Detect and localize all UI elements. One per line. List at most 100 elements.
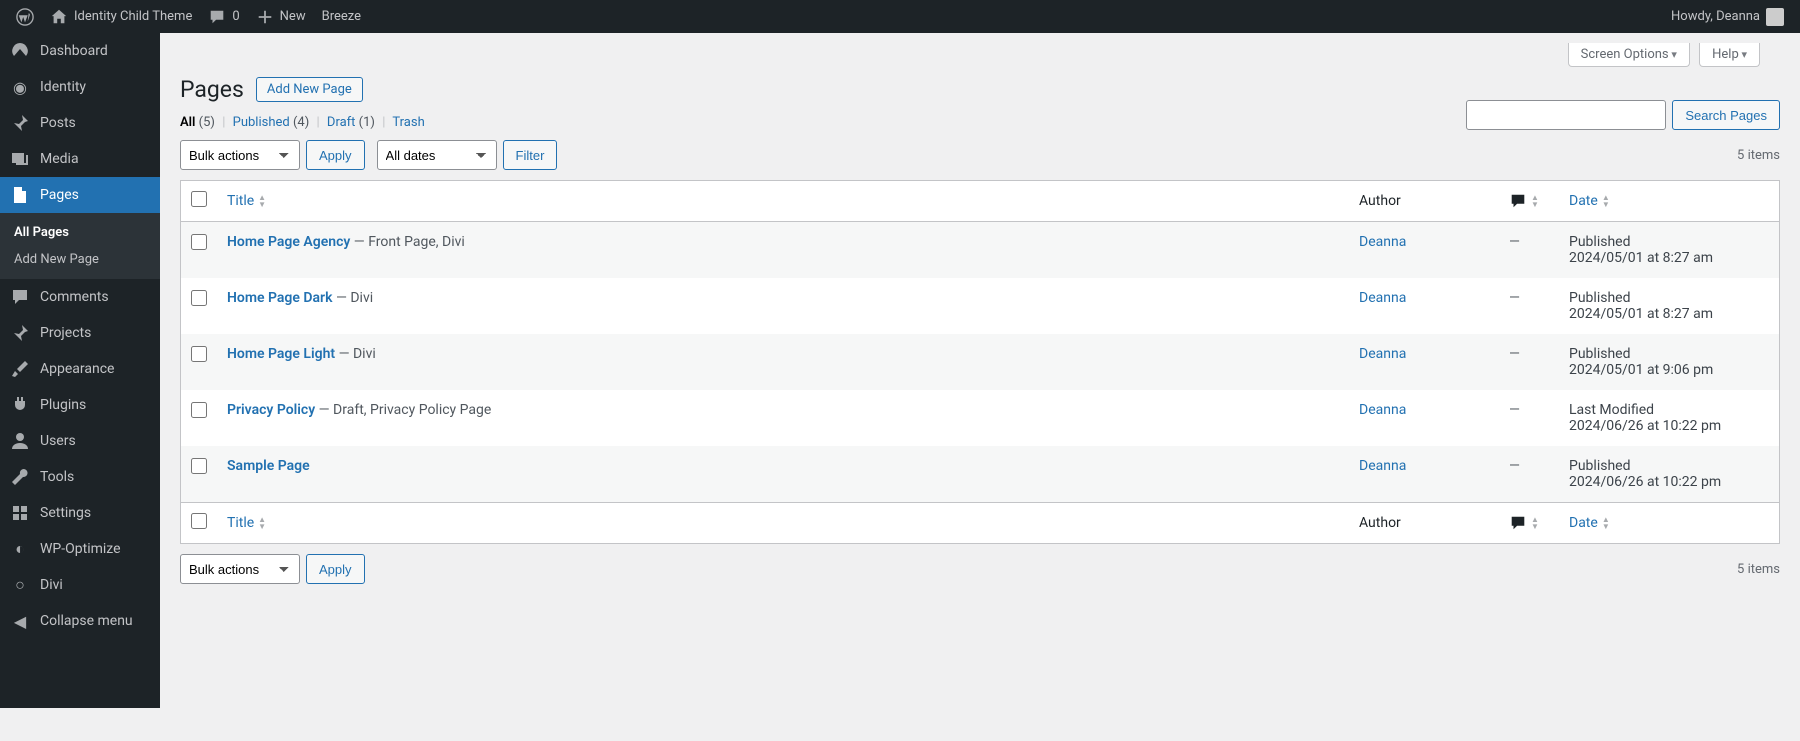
column-title-header[interactable]: Title▲▼ xyxy=(217,181,1349,222)
row-date: 2024/05/01 at 8:27 am xyxy=(1569,250,1713,266)
sidebar-item-label: Collapse menu xyxy=(40,613,133,629)
select-all-bottom[interactable] xyxy=(191,513,207,529)
help-toggle[interactable]: Help xyxy=(1699,43,1760,67)
column-date-footer[interactable]: Date▲▼ xyxy=(1559,502,1779,543)
row-checkbox[interactable] xyxy=(191,402,207,418)
row-date: 2024/06/26 at 10:22 pm xyxy=(1569,474,1721,490)
wp-logo[interactable] xyxy=(8,0,42,33)
sort-icon: ▲▼ xyxy=(1602,516,1610,530)
new-content-link[interactable]: New xyxy=(248,0,314,33)
sidebar-item-label: Plugins xyxy=(40,397,86,413)
comment-count: 0 xyxy=(232,9,239,24)
breeze-label: Breeze xyxy=(322,9,361,24)
row-status: Published xyxy=(1569,234,1769,250)
column-title-footer[interactable]: Title▲▼ xyxy=(217,502,1349,543)
row-checkbox[interactable] xyxy=(191,234,207,250)
admin-top-bar: Identity Child Theme 0 New Breeze Howdy,… xyxy=(0,0,1800,33)
row-author-link[interactable]: Deanna xyxy=(1359,402,1406,418)
bulk-apply-button-bottom[interactable]: Apply xyxy=(306,554,365,584)
sort-icon: ▲▼ xyxy=(258,194,266,208)
bulk-apply-button-top[interactable]: Apply xyxy=(306,140,365,170)
sidebar-item-media[interactable]: Media xyxy=(0,141,160,177)
sidebar-item-label: Settings xyxy=(40,505,91,521)
row-date: 2024/05/01 at 9:06 pm xyxy=(1569,362,1713,378)
row-author-link[interactable]: Deanna xyxy=(1359,346,1406,362)
row-status: Published xyxy=(1569,458,1769,474)
search-input[interactable] xyxy=(1466,100,1666,130)
row-title-link[interactable]: Home Page Light xyxy=(227,346,335,362)
filter-all[interactable]: All xyxy=(180,115,195,130)
sidebar-subitem-all-pages[interactable]: All Pages xyxy=(0,219,160,246)
new-label: New xyxy=(280,9,306,24)
row-title-link[interactable]: Privacy Policy xyxy=(227,402,315,418)
row-title-suffix: — Divi xyxy=(335,346,376,362)
sidebar-item-projects[interactable]: Projects xyxy=(0,315,160,351)
filter-trash[interactable]: Trash xyxy=(392,115,424,130)
row-title-link[interactable]: Sample Page xyxy=(227,458,310,474)
row-author-link[interactable]: Deanna xyxy=(1359,290,1406,306)
main-content: Screen Options Help Pages Add New Page A… xyxy=(160,33,1800,614)
bulk-action-select-bottom[interactable]: Bulk actions xyxy=(180,554,300,584)
row-title-link[interactable]: Home Page Agency xyxy=(227,234,350,250)
table-row: Home Page Dark — DiviDeanna—Published202… xyxy=(181,278,1779,334)
row-author-link[interactable]: Deanna xyxy=(1359,234,1406,250)
row-status: Published xyxy=(1569,346,1769,362)
add-new-page-button[interactable]: Add New Page xyxy=(256,77,363,102)
tablenav-top: Bulk actions Apply All dates Filter 5 it… xyxy=(180,138,1780,172)
sidebar-item-label: WP-Optimize xyxy=(40,541,121,557)
row-checkbox[interactable] xyxy=(191,458,207,474)
date-filter-select[interactable]: All dates xyxy=(377,140,497,170)
row-author-link[interactable]: Deanna xyxy=(1359,458,1406,474)
sidebar-item-label: Posts xyxy=(40,115,76,131)
table-row: Sample PageDeanna—Published2024/06/26 at… xyxy=(181,446,1779,502)
table-row: Privacy Policy — Draft, Privacy Policy P… xyxy=(181,390,1779,446)
sidebar-subitem-add-new-page[interactable]: Add New Page xyxy=(0,246,160,273)
column-comments-header[interactable]: ▲▼ xyxy=(1499,181,1559,222)
select-all-top[interactable] xyxy=(191,191,207,207)
filter-published-count: (4) xyxy=(293,115,309,130)
sort-icon: ▲▼ xyxy=(1531,194,1539,208)
wordpress-icon xyxy=(16,8,34,26)
avatar-icon xyxy=(1766,8,1784,26)
column-date-header[interactable]: Date▲▼ xyxy=(1559,181,1779,222)
row-title-suffix: — Draft, Privacy Policy Page xyxy=(315,402,491,418)
filter-draft[interactable]: Draft xyxy=(327,115,356,130)
sidebar-item-identity[interactable]: ◉Identity xyxy=(0,69,160,105)
sidebar-item-pages[interactable]: Pages xyxy=(0,177,160,213)
column-comments-footer[interactable]: ▲▼ xyxy=(1499,502,1559,543)
bulk-action-select-top[interactable]: Bulk actions xyxy=(180,140,300,170)
filter-draft-count: (1) xyxy=(359,115,375,130)
sidebar-item-label: Appearance xyxy=(40,361,114,377)
row-comments: — xyxy=(1499,390,1559,446)
sidebar-item-label: Dashboard xyxy=(40,43,108,59)
sidebar-item-wp-optimize[interactable]: ◐WP-Optimize xyxy=(0,531,160,567)
my-account-link[interactable]: Howdy, Deanna xyxy=(1663,0,1792,33)
row-comments: — xyxy=(1499,222,1559,278)
sidebar-item-users[interactable]: Users xyxy=(0,423,160,459)
sidebar-item-dashboard[interactable]: Dashboard xyxy=(0,33,160,69)
site-name-link[interactable]: Identity Child Theme xyxy=(42,0,200,33)
screen-options-toggle[interactable]: Screen Options xyxy=(1568,43,1690,67)
sidebar-item-plugins[interactable]: Plugins xyxy=(0,387,160,423)
tablenav-bottom: Bulk actions Apply 5 items xyxy=(180,552,1780,586)
sidebar-item-tools[interactable]: Tools xyxy=(0,459,160,495)
sidebar-item-comments[interactable]: Comments xyxy=(0,279,160,315)
sidebar-item-collapse-menu[interactable]: ◀Collapse menu xyxy=(0,603,160,639)
sidebar-item-label: Pages xyxy=(40,187,79,203)
row-checkbox[interactable] xyxy=(191,346,207,362)
sidebar-item-settings[interactable]: Settings xyxy=(0,495,160,531)
search-submit-button[interactable]: Search Pages xyxy=(1672,100,1780,130)
row-title-link[interactable]: Home Page Dark xyxy=(227,290,332,306)
sidebar-submenu: All PagesAdd New Page xyxy=(0,213,160,279)
comments-link[interactable]: 0 xyxy=(200,0,247,33)
sidebar-item-divi[interactable]: ○Divi xyxy=(0,567,160,603)
row-status: Published xyxy=(1569,290,1769,306)
sidebar-item-appearance[interactable]: Appearance xyxy=(0,351,160,387)
sidebar-item-posts[interactable]: Posts xyxy=(0,105,160,141)
filter-published[interactable]: Published xyxy=(233,115,290,130)
breeze-link[interactable]: Breeze xyxy=(314,0,369,33)
row-checkbox[interactable] xyxy=(191,290,207,306)
row-status: Last Modified xyxy=(1569,402,1769,418)
filter-button[interactable]: Filter xyxy=(503,140,558,170)
sidebar-item-label: Media xyxy=(40,151,79,167)
